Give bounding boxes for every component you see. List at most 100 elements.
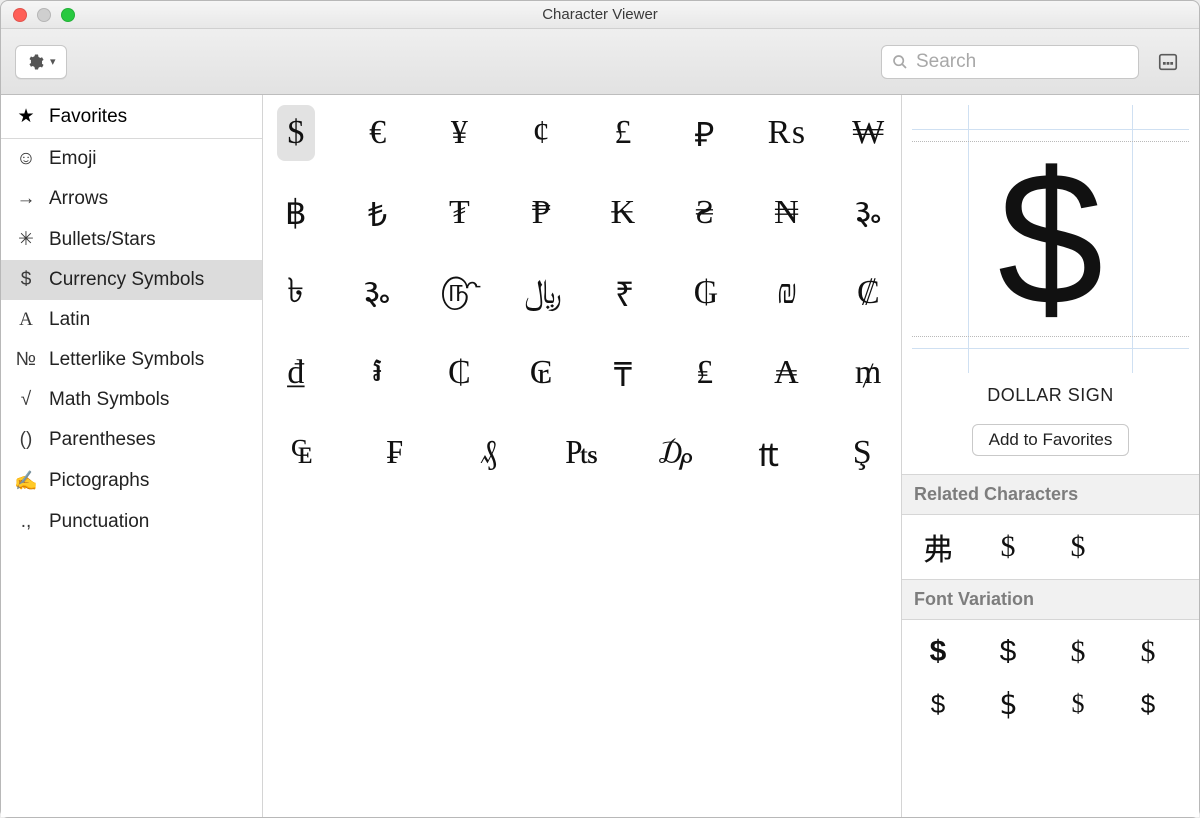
titlebar: Character Viewer — [1, 1, 1199, 29]
category-icon: $ — [15, 269, 37, 291]
category-icon: ., — [15, 511, 37, 533]
font-variation-row: $ $ $ $ — [902, 620, 1199, 684]
character-cell[interactable]: ₴ — [686, 185, 724, 241]
category-label: Math Symbols — [49, 389, 169, 411]
category-label: Bullets/Stars — [49, 229, 156, 251]
category-label: Latin — [49, 309, 90, 331]
preview-glyph[interactable]: $ — [998, 130, 1104, 348]
category-icon: A — [15, 309, 37, 331]
character-cell[interactable]: ₱ — [522, 185, 560, 241]
character-cell[interactable]: ₵ — [441, 345, 479, 401]
character-cell[interactable]: ₦ — [768, 185, 806, 241]
character-cell[interactable]: ₭ — [604, 185, 642, 241]
category-icon: № — [15, 349, 37, 371]
character-cell[interactable]: ₫ — [277, 345, 315, 401]
sidebar-favorites[interactable]: ★ Favorites — [1, 95, 262, 139]
character-name: DOLLAR SIGN — [902, 385, 1199, 406]
character-preview: $ — [902, 95, 1199, 383]
character-cell[interactable]: ¥ — [441, 105, 479, 161]
related-characters-row: 弗 $ $ — [902, 515, 1199, 579]
font-variation[interactable]: $ — [1128, 632, 1168, 672]
character-cell[interactable]: ₳ — [768, 345, 806, 401]
settings-menu-button[interactable]: ▾ — [15, 45, 67, 79]
character-cell[interactable]: ₽ — [686, 105, 724, 161]
search-input[interactable] — [916, 51, 1128, 73]
search-icon — [892, 54, 908, 70]
character-cell[interactable]: € — [359, 105, 397, 161]
star-icon: ★ — [15, 105, 37, 128]
character-cell[interactable]: ₯ — [651, 425, 700, 481]
chevron-down-icon: ▾ — [50, 55, 56, 68]
search-field[interactable] — [881, 45, 1139, 79]
font-variation[interactable]: $ — [988, 684, 1028, 724]
category-label: Emoji — [49, 148, 97, 170]
character-cell[interactable]: Ş — [838, 425, 887, 481]
font-variation[interactable]: $ — [1058, 684, 1098, 724]
character-cell[interactable]: ₶ — [744, 425, 793, 481]
character-cell[interactable]: ₥ — [849, 345, 887, 401]
sidebar-category-item[interactable]: A Latin — [1, 300, 262, 340]
category-icon: () — [15, 429, 37, 451]
detail-panel: $ DOLLAR SIGN Add to Favorites Related C… — [901, 95, 1199, 817]
main-area: ★ Favorites ☺ Emoji →Arrows ✳ Bullets/Stars $… — [1, 95, 1199, 817]
character-cell[interactable]: ₤ — [686, 345, 724, 401]
category-list: ☺ Emoji →Arrows ✳ Bullets/Stars $ Currency Sym… — [1, 139, 262, 817]
sidebar-category-item[interactable]: →Arrows — [1, 179, 262, 219]
character-cell[interactable]: £ — [604, 105, 642, 161]
related-character[interactable]: $ — [1058, 527, 1098, 567]
category-icon: ☺ — [15, 148, 37, 170]
category-label: Arrows — [49, 188, 108, 210]
sidebar-category-item[interactable]: № Letterlike Symbols — [1, 340, 262, 380]
character-cell[interactable]: ₮ — [441, 185, 479, 241]
sidebar-category-item[interactable]: ()Parentheses — [1, 420, 262, 460]
character-cell[interactable]: ₠ — [277, 425, 326, 481]
character-cell[interactable]: ₨ — [768, 105, 806, 161]
toggle-compact-button[interactable] — [1151, 45, 1185, 79]
add-to-favorites-button[interactable]: Add to Favorites — [972, 424, 1130, 456]
font-variation[interactable]: $ — [918, 684, 958, 724]
character-cell[interactable]: ﷼ — [524, 265, 562, 321]
character-cell[interactable]: ૱ — [358, 265, 395, 321]
category-icon: √ — [15, 389, 37, 411]
category-label: Letterlike Symbols — [49, 349, 204, 371]
character-cell[interactable]: ৳ — [277, 265, 314, 321]
sidebar-category-item[interactable]: ☺ Emoji — [1, 139, 262, 179]
character-cell[interactable]: ૱ — [849, 185, 887, 241]
category-icon: ✳ — [15, 228, 37, 251]
character-cell[interactable]: ₡ — [850, 265, 887, 321]
window-title: Character Viewer — [1, 6, 1199, 23]
related-character[interactable]: 弗 — [918, 527, 958, 567]
font-variation[interactable]: $ — [988, 632, 1028, 672]
character-cell[interactable]: ₲ — [687, 265, 724, 321]
font-variation-header: Font Variation — [902, 579, 1199, 620]
category-icon: ✍ — [15, 469, 37, 493]
font-variation[interactable]: $ — [1128, 684, 1168, 724]
character-cell[interactable]: ₰ — [464, 425, 513, 481]
related-character[interactable]: $ — [988, 527, 1028, 567]
category-label: Currency Symbols — [49, 269, 204, 291]
sidebar-category-item[interactable]: ✳ Bullets/Stars — [1, 219, 262, 260]
gear-icon — [26, 53, 44, 71]
sidebar: ★ Favorites ☺ Emoji →Arrows ✳ Bullets/Stars $… — [1, 95, 263, 817]
character-cell[interactable]: ₧ — [557, 425, 606, 481]
character-cell[interactable]: ¢ — [522, 105, 560, 161]
font-variation[interactable]: $ — [1058, 632, 1098, 672]
font-variation[interactable]: $ — [918, 632, 958, 672]
character-cell[interactable]: ₩ — [849, 105, 887, 161]
character-grid: $ € ¥ ¢ £ ₽ ₨ ₩ ฿ ₺ ₮ ₱ ₭ ₴ ₦ ૱ ৳ ૱ ௹ ﷼ ₹ ₲ ₪ ₡ ₫ ៛ ₵ ₢ ₸ ₤ ₳ ₥ ₠ ₣ ₰ ₧ ₯ ₶ Ş — [263, 95, 901, 817]
sidebar-category-item[interactable]: .,Punctuation — [1, 502, 262, 542]
sidebar-category-item[interactable]: √ Math Symbols — [1, 380, 262, 420]
character-cell[interactable]: ₹ — [606, 265, 643, 321]
sidebar-category-item[interactable]: ✍Pictographs — [1, 460, 262, 502]
character-cell[interactable]: $ — [277, 105, 315, 161]
character-cell[interactable]: ௹ — [440, 265, 481, 321]
character-cell[interactable]: ₸ — [604, 345, 642, 401]
character-cell[interactable]: ₣ — [370, 425, 419, 481]
character-cell[interactable]: ₪ — [769, 265, 806, 321]
toolbar: ▾ — [1, 29, 1199, 95]
character-cell[interactable]: ៛ — [359, 345, 397, 401]
character-cell[interactable]: ฿ — [277, 185, 315, 241]
sidebar-category-item[interactable]: $ Currency Symbols — [1, 260, 262, 300]
character-cell[interactable]: ₺ — [359, 185, 397, 241]
character-cell[interactable]: ₢ — [522, 345, 560, 401]
